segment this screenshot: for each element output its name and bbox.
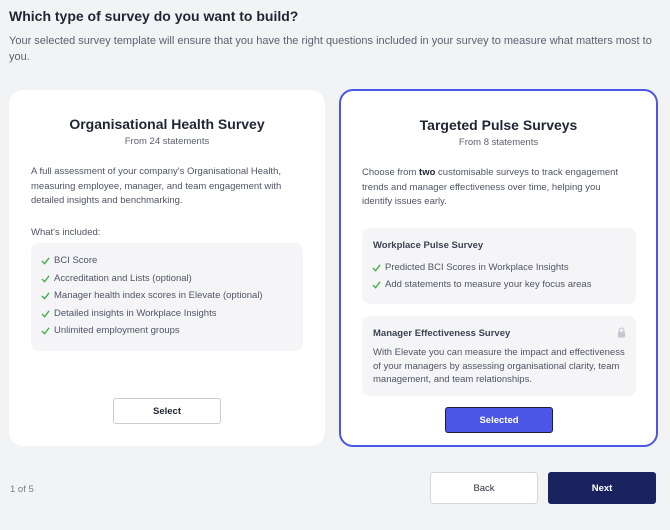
- workplace-pulse-panel: Workplace Pulse Survey Predicted BCI Sco…: [362, 228, 636, 304]
- card-title: Organisational Health Survey: [69, 116, 265, 132]
- card-statement-count: From 24 statements: [124, 136, 210, 147]
- check-icon: [41, 310, 50, 318]
- check-icon: [372, 281, 381, 289]
- feature-label: Detailed insights in Workplace Insights: [54, 308, 217, 319]
- panel-text: With Elevate you can measure the impact …: [373, 347, 625, 385]
- feature-item: Add statements to measure your key focus…: [372, 279, 591, 290]
- back-button[interactable]: Back: [430, 472, 538, 504]
- check-icon: [41, 292, 50, 300]
- card-statement-count: From 8 statements: [458, 137, 539, 148]
- targeted-pulse-card[interactable]: Targeted Pulse Surveys From 8 statements…: [339, 89, 658, 447]
- panel-title: Workplace Pulse Survey: [373, 240, 484, 251]
- feature-label: Manager health index scores in Elevate (…: [54, 290, 263, 301]
- check-icon: [41, 275, 50, 283]
- feature-label: Accreditation and Lists (optional): [54, 273, 192, 284]
- feature-label: Unlimited employment groups: [54, 325, 180, 336]
- lock-icon: [617, 327, 626, 338]
- next-button[interactable]: Next: [548, 472, 656, 504]
- selected-button[interactable]: Selected: [445, 407, 553, 433]
- page-subtitle: Your selected survey template will ensur…: [9, 35, 652, 63]
- check-icon: [372, 264, 381, 272]
- feature-label: Add statements to measure your key focus…: [385, 279, 592, 290]
- feature-item: Accreditation and Lists (optional): [41, 273, 192, 284]
- panel-title: Manager Effectiveness Survey: [373, 328, 511, 339]
- feature-item: Unlimited employment groups: [41, 325, 180, 336]
- check-icon: [41, 257, 50, 265]
- feature-label: BCI Score: [54, 255, 98, 266]
- feature-item: Predicted BCI Scores in Workplace Insigh…: [372, 262, 569, 273]
- features-panel: BCI Score Accreditation and Lists (optio…: [31, 243, 303, 351]
- description-emphasis: two: [419, 167, 436, 178]
- feature-item: Detailed insights in Workplace Insights: [41, 308, 216, 319]
- select-button[interactable]: Select: [113, 398, 221, 424]
- page-title: Which type of survey do you want to buil…: [9, 8, 299, 24]
- feature-item: BCI Score: [41, 255, 97, 266]
- organisational-health-card[interactable]: Organisational Health Survey From 24 sta…: [9, 90, 325, 446]
- manager-effectiveness-panel: Manager Effectiveness Survey With Elevat…: [362, 316, 636, 396]
- page-indicator: 1 of 5: [10, 484, 34, 495]
- card-description: Choose from two customisable surveys to …: [362, 166, 632, 210]
- check-icon: [41, 327, 50, 335]
- description-text: Choose from: [362, 167, 420, 178]
- card-title: Targeted Pulse Surveys: [419, 117, 578, 133]
- card-description: A full assessment of your company's Orga…: [31, 166, 282, 206]
- feature-label: Predicted BCI Scores in Workplace Insigh…: [385, 262, 569, 273]
- included-label: What's included:: [31, 227, 101, 238]
- feature-item: Manager health index scores in Elevate (…: [41, 290, 263, 301]
